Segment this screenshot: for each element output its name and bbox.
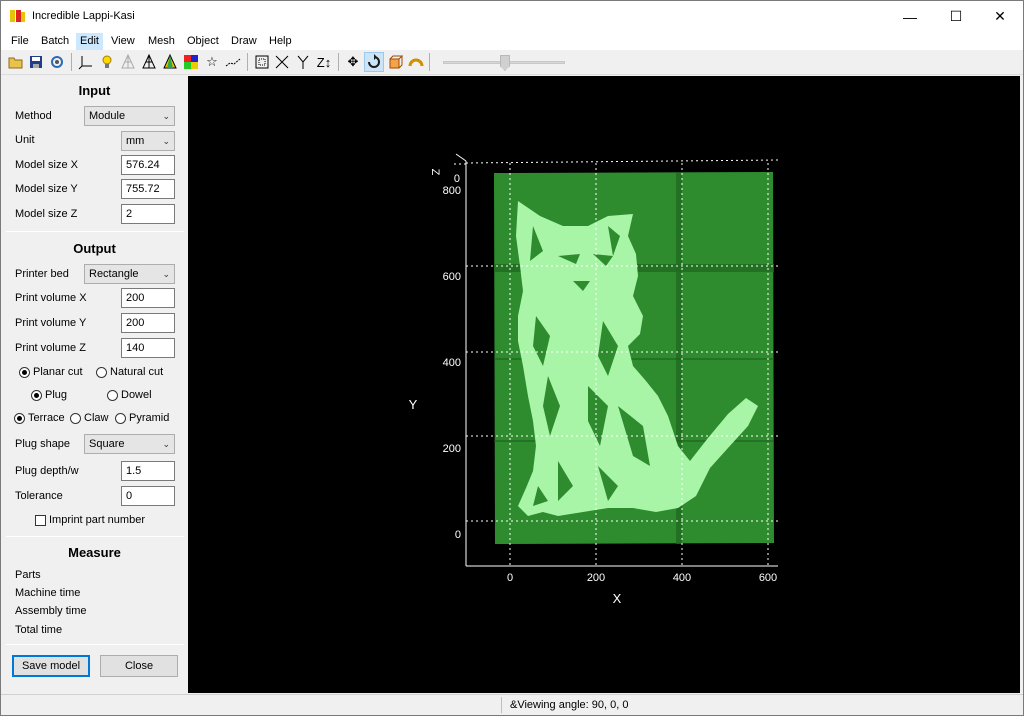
model-size-x-label: Model size X (15, 159, 78, 171)
plug-shape-select[interactable]: Square ⌄ (84, 434, 175, 454)
menu-view[interactable]: View (107, 33, 139, 50)
viewing-angle-status: &Viewing angle: 90, 0, 0 (510, 699, 629, 711)
z-tick-label: 0 (454, 173, 460, 185)
chevron-down-icon: ⌄ (162, 439, 170, 449)
unit-label: Unit (15, 134, 35, 146)
natural-cut-radio[interactable]: Natural cut (96, 366, 163, 378)
y-tick-label: 200 (443, 443, 461, 455)
chevron-down-icon: ⌄ (162, 269, 170, 279)
unit-select[interactable]: mm ⌄ (121, 131, 175, 151)
model-size-x-input[interactable]: 576.24 (121, 155, 175, 175)
measure-section-title: Measure (68, 545, 121, 560)
rotate-icon[interactable] (364, 52, 384, 72)
claw-radio[interactable]: Claw (70, 412, 108, 424)
assembly-time-label: Assembly time (15, 605, 87, 617)
print-volume-z-label: Print volume Z (15, 342, 86, 354)
menu-edit[interactable]: Edit (76, 33, 103, 50)
settings-panel: Input Method Module ⌄ Unit mm ⌄ Model size… (2, 76, 187, 693)
axis-icon[interactable] (76, 52, 96, 72)
y-tick-label: 400 (443, 357, 461, 369)
dots-icon[interactable] (223, 52, 243, 72)
input-section-title: Input (78, 83, 111, 98)
rotate-x-icon[interactable] (272, 52, 292, 72)
pyramid-radio[interactable]: Pyramid (115, 412, 169, 424)
x-tick-label: 200 (587, 572, 605, 584)
output-section-title: Output (73, 241, 116, 256)
y-axis-label: Y (409, 397, 418, 412)
save-icon[interactable] (26, 52, 46, 72)
title-bar: Incredible Lappi-Kasi — ☐ ✕ (1, 1, 1023, 32)
model-size-y-label: Model size Y (15, 183, 78, 195)
planar-cut-radio[interactable]: Planar cut (19, 366, 83, 378)
model-size-z-label: Model size Z (15, 208, 78, 220)
plug-radio[interactable]: Plug (31, 389, 67, 401)
x-tick-label: 0 (507, 572, 513, 584)
close-window-button[interactable]: ✕ (977, 1, 1023, 32)
rotate-z-icon[interactable]: Z↕ (314, 52, 334, 72)
chevron-down-icon: ⌄ (162, 136, 170, 146)
y-tick-label: 600 (443, 271, 461, 283)
x-tick-label: 400 (673, 572, 691, 584)
dowel-radio[interactable]: Dowel (107, 389, 152, 401)
printer-bed-label: Printer bed (15, 268, 69, 280)
open-folder-icon[interactable] (6, 52, 26, 72)
close-button[interactable]: Close (100, 655, 178, 677)
y-tick-label: 0 (455, 529, 461, 541)
print-volume-x-label: Print volume X (15, 292, 87, 304)
method-select[interactable]: Module ⌄ (84, 106, 175, 126)
plug-depth-label: Plug depth/w (15, 465, 79, 477)
bounding-box-icon[interactable] (252, 52, 272, 72)
menu-batch[interactable]: Batch (37, 33, 73, 50)
parts-label: Parts (15, 569, 41, 581)
app-window: Incredible Lappi-Kasi — ☐ ✕ File Batch E… (0, 0, 1024, 716)
imprint-part-number-checkbox[interactable]: Imprint part number (35, 514, 145, 526)
window-title: Incredible Lappi-Kasi (32, 10, 135, 22)
maximize-button[interactable]: ☐ (933, 1, 979, 32)
machine-time-label: Machine time (15, 587, 81, 599)
menu-draw[interactable]: Draw (227, 33, 261, 50)
print-volume-y-label: Print volume Y (15, 317, 87, 329)
terrace-radio[interactable]: Terrace (14, 412, 65, 424)
rainbow-icon[interactable] (181, 52, 201, 72)
move-icon[interactable]: ✥ (343, 52, 363, 72)
model-size-z-input[interactable]: 2 (121, 204, 175, 224)
rotate-y-icon[interactable] (293, 52, 313, 72)
menu-bar: File Batch Edit View Mesh Object Draw He… (1, 32, 1023, 50)
chevron-down-icon: ⌄ (162, 111, 170, 121)
x-tick-label: 600 (759, 572, 777, 584)
arch-icon[interactable] (406, 52, 426, 72)
model-size-y-input[interactable]: 755.72 (121, 179, 175, 199)
method-label: Method (15, 110, 52, 122)
print-volume-z-input[interactable]: 140 (121, 338, 175, 358)
mesh-icon[interactable] (139, 52, 159, 72)
print-volume-y-input[interactable]: 200 (121, 313, 175, 333)
printer-bed-select[interactable]: Rectangle ⌄ (84, 264, 175, 284)
menu-help[interactable]: Help (265, 33, 296, 50)
print-volume-x-input[interactable]: 200 (121, 288, 175, 308)
x-axis-label: X (613, 591, 622, 606)
wireframe-icon[interactable] (118, 52, 138, 72)
color-mesh-icon[interactable] (160, 52, 180, 72)
y-tick-label: 800 (443, 185, 461, 197)
settings-icon[interactable] (47, 52, 67, 72)
3d-viewport[interactable]: 0 200 400 600 800 600 400 200 0 0 X Y Z (188, 76, 1020, 693)
tolerance-input[interactable]: 0 (121, 486, 175, 506)
star-icon[interactable]: ☆ (202, 52, 222, 72)
save-model-button[interactable]: Save model (12, 655, 90, 677)
z-axis-label: Z (429, 169, 441, 176)
status-bar: &Viewing angle: 90, 0, 0 (1, 694, 1023, 715)
plug-shape-label: Plug shape (15, 438, 71, 450)
plug-depth-input[interactable]: 1.5 (121, 461, 175, 481)
total-time-label: Total time (15, 624, 63, 636)
viewport-canvas: 0 200 400 600 800 600 400 200 0 0 X Y Z (409, 153, 779, 606)
tolerance-label: Tolerance (15, 490, 63, 502)
menu-file[interactable]: File (7, 33, 33, 50)
minimize-button[interactable]: — (887, 1, 933, 32)
light-bulb-icon[interactable] (97, 52, 117, 72)
app-logo-icon (10, 10, 25, 22)
menu-mesh[interactable]: Mesh (144, 33, 179, 50)
cube-rotate-icon[interactable] (385, 52, 405, 72)
menu-object[interactable]: Object (183, 33, 223, 50)
